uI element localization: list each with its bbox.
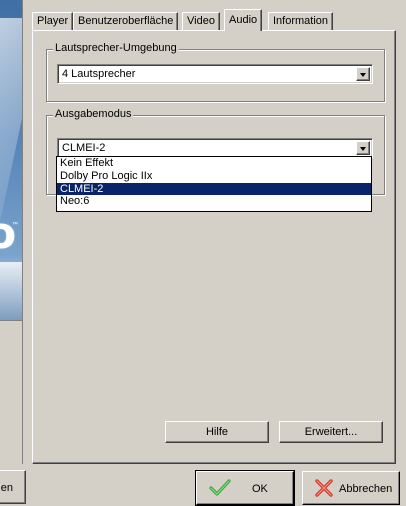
audio-tab-page: Lautsprecher-Umgebung 4 Lautsprecher Aus… — [32, 30, 396, 464]
check-icon — [209, 479, 231, 496]
left-partial-button-label: en — [0, 482, 13, 494]
help-button[interactable]: Hilfe — [165, 421, 269, 443]
ok-button-label: OK — [252, 483, 268, 495]
cancel-button[interactable]: Abbrechen — [302, 471, 400, 505]
help-button-label: Hilfe — [205, 426, 228, 438]
tab-video[interactable]: Video — [182, 12, 220, 30]
tab-audio[interactable]: Audio — [224, 9, 263, 31]
speaker-environment-title: Lautsprecher-Umgebung — [53, 42, 179, 54]
side-artwork: o ™ — [0, 0, 23, 464]
dropdown-option-kein-effekt[interactable]: Kein Effekt — [57, 157, 371, 170]
tab-information[interactable]: Information — [268, 12, 334, 30]
dropdown-option-dolby-pro-logic[interactable]: Dolby Pro Logic IIx — [57, 170, 371, 183]
chevron-down-icon — [360, 147, 366, 151]
ok-button[interactable]: OK — [195, 470, 295, 506]
advanced-button-label: Erweitert... — [304, 426, 358, 438]
speaker-environment-group: Lautsprecher-Umgebung 4 Lautsprecher — [46, 42, 385, 102]
artwork-lower — [0, 320, 22, 464]
trademark-mark: ™ — [12, 222, 18, 228]
dropdown-option-neo6[interactable]: Neo:6 — [57, 195, 371, 208]
output-mode-title: Ausgabemodus — [53, 108, 134, 120]
dropdown-option-clmei-2[interactable]: CLMEI-2 — [57, 182, 371, 196]
artwork-stripe — [0, 262, 22, 320]
left-partial-button[interactable]: en — [0, 470, 26, 504]
artwork-glare — [0, 18, 22, 238]
advanced-button[interactable]: Erweitert... — [279, 421, 383, 443]
x-icon — [315, 479, 333, 497]
output-mode-value: CLMEI-2 — [62, 142, 106, 154]
cancel-button-label: Abbrechen — [339, 483, 393, 495]
speaker-environment-value: 4 Lautsprecher — [62, 68, 136, 80]
speaker-environment-combo[interactable]: 4 Lautsprecher — [57, 64, 373, 84]
tab-player[interactable]: Player — [32, 12, 74, 30]
chevron-down-icon — [360, 73, 366, 77]
logo-glyph: o — [0, 208, 16, 259]
output-mode-dropdown-button[interactable] — [356, 141, 370, 155]
output-mode-dropdown-list: Kein Effekt Dolby Pro Logic IIx CLMEI-2 … — [56, 156, 372, 212]
dialog: o ™ Player Benutzeroberfläche Video Audi… — [0, 0, 406, 506]
speaker-environment-dropdown-button[interactable] — [356, 67, 370, 81]
output-mode-combo[interactable]: CLMEI-2 — [57, 138, 373, 158]
tab-benutzeroberflaeche[interactable]: Benutzeroberfläche — [73, 12, 179, 30]
